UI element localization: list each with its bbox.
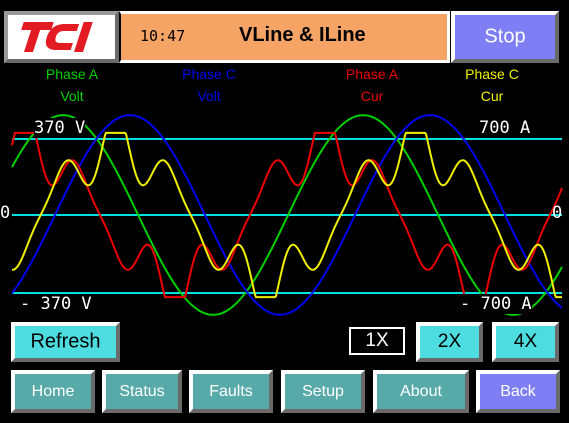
volt-min-label: - 370 V — [20, 294, 92, 314]
legend-phase-a-volt-line1: Phase A — [45, 66, 99, 82]
tci-logo-icon — [21, 22, 93, 52]
nav-home-label: Home — [31, 382, 75, 400]
legend-phase-c-cur-line1: Phase C — [465, 66, 519, 82]
nav-status-button[interactable]: Status — [101, 369, 183, 414]
refresh-button[interactable]: Refresh — [10, 321, 121, 363]
zero-left-label: 0 — [0, 203, 11, 223]
legend-phase-a-volt-line2: Volt — [60, 88, 84, 104]
nav-back-label: Back — [500, 382, 536, 400]
legend-phase-c-volt: Phase C Volt — [167, 63, 251, 107]
legend-phase-c-cur-line2: Cur — [480, 88, 504, 104]
legend-phase-a-cur-line1: Phase A — [345, 66, 399, 82]
nav-faults-button[interactable]: Faults — [188, 369, 274, 414]
legend-phase-c-volt-line2: Volt — [197, 88, 221, 104]
cur-min-label: - 700 A — [460, 294, 532, 314]
nav-about-label: About — [400, 382, 442, 400]
volt-max-label: 370 V — [34, 118, 86, 138]
nav-setup-button[interactable]: Setup — [280, 369, 366, 414]
zoom-2x-button[interactable]: 2X — [415, 321, 484, 363]
zero-right-label: 0 — [552, 203, 563, 223]
nav-status-label: Status — [119, 382, 165, 400]
nav-about-button[interactable]: About — [372, 369, 470, 414]
refresh-button-label: Refresh — [30, 330, 101, 353]
nav-home-button[interactable]: Home — [10, 369, 96, 414]
zoom-4x-label: 4X — [513, 331, 538, 352]
legend-phase-c-volt-line1: Phase C — [182, 66, 236, 82]
nav-faults-label: Faults — [209, 382, 253, 400]
zoom-1x-button[interactable]: 1X — [349, 327, 405, 355]
stop-button-label: Stop — [484, 25, 526, 48]
zoom-2x-label: 2X — [437, 331, 462, 352]
cur-max-label: 700 A — [479, 118, 531, 138]
zoom-4x-button[interactable]: 4X — [491, 321, 560, 363]
page-title: VLine & ILine — [239, 24, 366, 46]
legend-phase-a-cur-line2: Cur — [360, 88, 384, 104]
nav-setup-label: Setup — [302, 382, 344, 400]
tci-logo — [3, 10, 120, 64]
legend-phase-a-volt: Phase A Volt — [30, 63, 114, 107]
legend-phase-a-cur: Phase A Cur — [330, 63, 414, 107]
hmi-screen: 10:47 VLine & ILine Stop Phase A Volt Ph… — [0, 0, 569, 423]
clock-time: 10:47 — [140, 27, 186, 45]
title-bar: 10:47 VLine & ILine — [119, 11, 450, 63]
legend-phase-c-cur: Phase C Cur — [450, 63, 534, 107]
nav-back-button[interactable]: Back — [475, 369, 561, 414]
waveform-plot: Phase A Volt Phase C Volt Phase A Cur Ph… — [0, 63, 569, 318]
stop-button[interactable]: Stop — [450, 10, 560, 64]
